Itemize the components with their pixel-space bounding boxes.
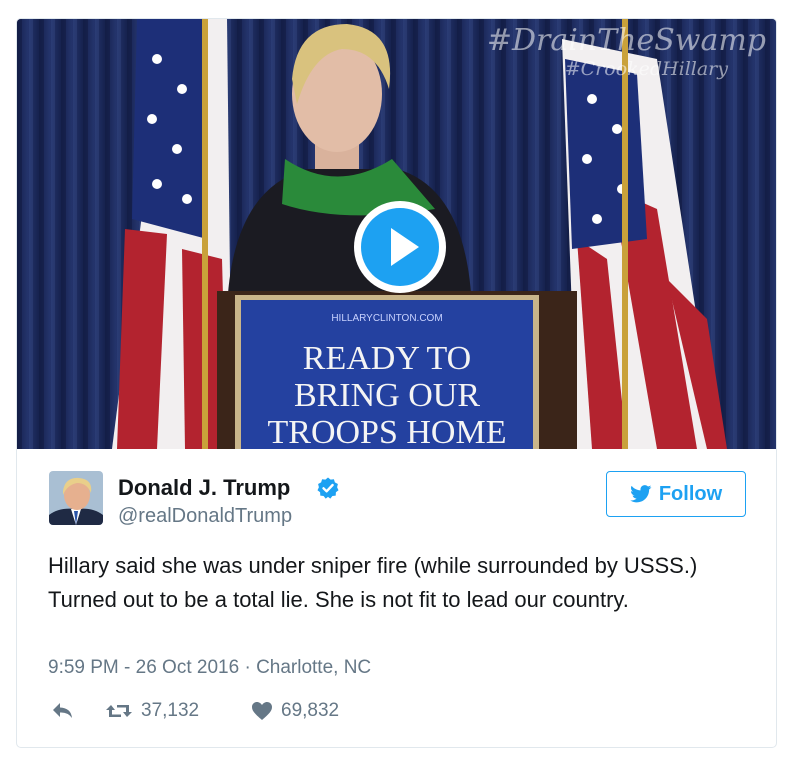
avatar[interactable] xyxy=(49,471,103,525)
hashtag-watermark: #DrainTheSwamp #CrookedHillary xyxy=(487,23,766,79)
play-icon xyxy=(361,208,439,286)
tweet-timestamp[interactable]: 9:59 PM - 26 Oct 2016 xyxy=(48,657,239,678)
tweet-text: Hillary said she was under sniper fire (… xyxy=(48,553,698,612)
podium-line-3: TROOPS HOME xyxy=(268,414,507,449)
podium: HILLARYCLINTON.COM READY TO BRING OUR TR… xyxy=(217,291,577,449)
play-button[interactable] xyxy=(354,201,446,293)
verified-badge-icon xyxy=(317,477,339,499)
meta-separator: · xyxy=(244,657,251,678)
tweet-location[interactable]: Charlotte, NC xyxy=(256,657,371,678)
follow-label: Follow xyxy=(658,482,723,505)
podium-line-1: READY TO xyxy=(303,340,471,377)
tweet-meta: 9:59 PM - 26 Oct 2016 · Charlotte, NC xyxy=(48,656,371,680)
podium-line-2: BRING OUR xyxy=(294,377,480,414)
podium-small-text: HILLARYCLINTON.COM xyxy=(331,313,442,324)
hashtag-drain-the-swamp: #DrainTheSwamp xyxy=(486,23,766,58)
like-button[interactable]: 69,832 xyxy=(251,700,339,722)
author-handle[interactable]: @realDonaldTrump xyxy=(118,503,292,529)
retweet-button[interactable]: 37,132 xyxy=(105,700,199,722)
twitter-bird-icon xyxy=(629,485,652,503)
tweet-card: HILLARYCLINTON.COM READY TO BRING OUR TR… xyxy=(16,18,777,748)
reply-icon xyxy=(53,703,72,718)
follow-button[interactable]: Follow xyxy=(606,471,746,517)
reply-button[interactable] xyxy=(50,700,76,720)
retweet-icon xyxy=(106,705,132,717)
tweet-video[interactable]: HILLARYCLINTON.COM READY TO BRING OUR TR… xyxy=(17,19,776,449)
like-count: 69,832 xyxy=(281,700,340,721)
heart-icon xyxy=(252,702,272,720)
hashtag-crooked-hillary: #CrookedHillary xyxy=(564,58,728,80)
author-name[interactable]: Donald J. Trump xyxy=(118,474,290,502)
retweet-count: 37,132 xyxy=(141,700,200,721)
